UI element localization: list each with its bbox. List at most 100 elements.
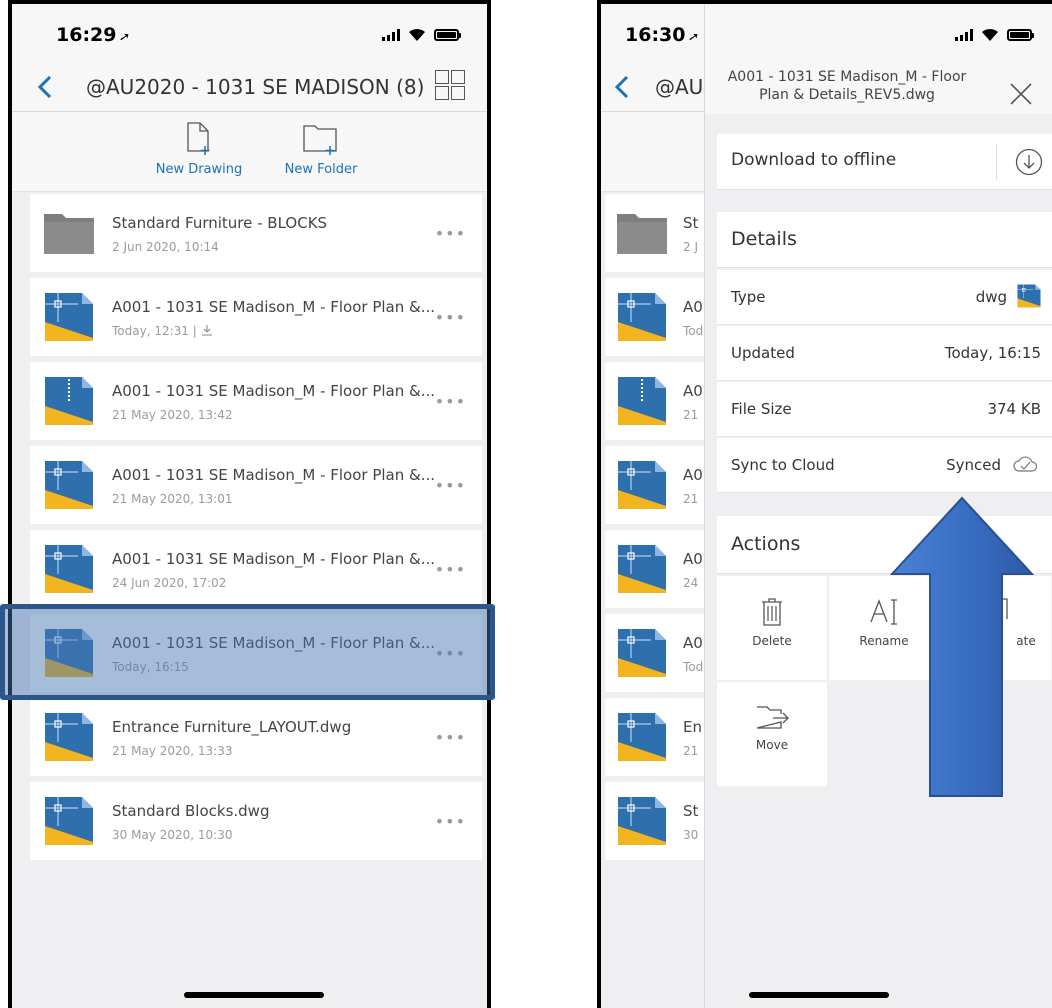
location-icon: ➚ [118, 29, 132, 46]
row-date: 30 May 2020, 10:30 [112, 828, 232, 842]
detail-value: Today, 16:15 [944, 344, 1041, 362]
grid-view-icon[interactable] [435, 70, 465, 100]
new-drawing-button[interactable]: New Drawing [144, 122, 254, 177]
download-offline-label: Download to offline [731, 150, 897, 170]
detail-row-updated: Updated Today, 16:15 [717, 326, 1052, 381]
dwg-file-icon [44, 712, 94, 762]
toolbar: New Drawing New Folder [12, 112, 487, 192]
row-name: St [683, 214, 699, 232]
row-date: Today, 12:31 | [112, 324, 213, 339]
row-name: Standard Furniture - BLOCKS [112, 214, 328, 232]
row-date: 21 May 2020, 13:01 [112, 492, 232, 506]
detail-label: Updated [731, 344, 795, 362]
actions-heading: Actions [731, 533, 801, 555]
move-icon [756, 706, 789, 729]
row-date-text: 21 May 2020, 13:42 [112, 408, 233, 422]
dwg-file-icon [617, 460, 667, 510]
location-icon: ➚ [687, 29, 701, 46]
detail-label: File Size [731, 400, 792, 418]
file-row[interactable]: A001 - 1031 SE Madison_M - Floor Plan &.… [30, 446, 482, 524]
more-options-icon[interactable]: ••• [435, 224, 466, 243]
move-action-button[interactable]: Move [717, 682, 827, 786]
detail-row-file-size: File Size 374 KB [717, 382, 1052, 437]
folder-icon [617, 208, 667, 258]
download-offline-button[interactable]: Download to offline [717, 134, 1052, 190]
row-name: A0 [683, 466, 703, 484]
row-date: 21 [683, 744, 699, 758]
close-icon[interactable] [1009, 82, 1033, 106]
file-row[interactable]: Standard Blocks.dwg 30 May 2020, 10:30 ••• [30, 782, 482, 860]
detail-label: Type [731, 288, 766, 306]
row-date: 24 [683, 576, 699, 590]
row-name: A001 - 1031 SE Madison_M - Floor Plan &.… [112, 466, 436, 484]
divider [996, 144, 997, 180]
row-name: A0 [683, 634, 703, 652]
more-options-icon[interactable]: ••• [435, 308, 466, 327]
trash-icon [762, 598, 782, 626]
sheet-file-title: A001 - 1031 SE Madison_M - Floor Plan & … [717, 68, 977, 104]
row-date: 21 May 2020, 13:33 [112, 744, 232, 758]
new-drawing-icon [187, 122, 210, 155]
row-date: 21 [683, 408, 699, 422]
battery-icon [1007, 29, 1034, 41]
file-row[interactable]: A001 - 1031 SE Madison_M - Floor Plan &.… [30, 530, 482, 608]
row-date: 21 [683, 492, 699, 506]
row-date: 21 May 2020, 13:42 [112, 408, 232, 422]
left-phone-screen: 16:29 ➚ @AU2020 - 1031 SE MADISON (8) New… [8, 0, 491, 1008]
back-chevron-icon[interactable] [34, 72, 56, 102]
status-time: 16:29 ➚ [56, 24, 132, 46]
new-folder-button[interactable]: New Folder [266, 122, 376, 177]
signal-icon [955, 29, 973, 41]
dwg-file-icon [44, 544, 94, 594]
detail-value: 374 KB [987, 400, 1041, 418]
delete-label: Delete [752, 634, 792, 648]
more-options-icon[interactable]: ••• [435, 392, 466, 411]
delete-action-button[interactable]: Delete [717, 576, 827, 680]
cloud-synced-icon [1013, 456, 1038, 476]
detail-label: Sync to Cloud [731, 456, 835, 474]
row-date: 30 [683, 828, 699, 842]
file-title-line-2: Plan & Details_REV5.dwg [759, 87, 935, 103]
status-time: 16:30 ➚ [625, 24, 701, 46]
row-date-text: 21 May 2020, 13:01 [112, 492, 233, 506]
home-indicator [184, 992, 324, 998]
new-drawing-label: New Drawing [155, 162, 243, 177]
row-name: A0 [683, 382, 703, 400]
move-label: Move [755, 738, 789, 752]
more-options-icon[interactable]: ••• [435, 812, 466, 831]
wifi-icon [982, 28, 998, 41]
dwg-zip-icon [617, 376, 667, 426]
more-options-icon[interactable]: ••• [435, 476, 466, 495]
selected-row-highlight [0, 604, 495, 700]
more-options-icon[interactable]: ••• [435, 728, 466, 747]
file-row[interactable]: A001 - 1031 SE Madison_M - Floor Plan &.… [30, 278, 482, 356]
file-row[interactable]: Entrance Furniture_LAYOUT.dwg 21 May 2020… [30, 698, 482, 776]
signal-icon [382, 29, 400, 41]
row-date-text: 30 May 2020, 10:30 [112, 828, 233, 842]
battery-icon [434, 29, 461, 41]
file-row[interactable]: A001 - 1031 SE Madison_M - Floor Plan &.… [30, 362, 482, 440]
navigation-bar: @AU2020 - 1031 SE MADISON (8) [12, 66, 487, 112]
detail-value: dwg [975, 288, 1007, 306]
row-date-text: 2 Jun 2020, 10:14 [112, 240, 219, 254]
row-date: Tod [683, 324, 704, 338]
dwg-file-icon [1017, 284, 1041, 312]
back-chevron-icon[interactable] [611, 72, 633, 102]
row-name: En [683, 718, 702, 736]
detail-value: Synced [946, 456, 1001, 474]
file-title-line-1: A001 - 1031 SE Madison_M - Floor [727, 69, 967, 85]
row-date-text: Today, 12:31 | [112, 324, 197, 338]
dwg-file-icon [617, 712, 667, 762]
dwg-file-icon [44, 796, 94, 846]
row-date: 2 J [683, 240, 698, 254]
row-name: A001 - 1031 SE Madison_M - Floor Plan &.… [112, 382, 436, 400]
row-date: Tod [683, 660, 704, 674]
download-icon [1015, 148, 1043, 176]
folder-title: @AU2020 - 1031 SE MADISON (8) [86, 75, 425, 99]
dwg-file-icon [617, 628, 667, 678]
row-name: Entrance Furniture_LAYOUT.dwg [112, 718, 352, 736]
details-header: Details [717, 212, 1052, 268]
sheet-header: A001 - 1031 SE Madison_M - Floor Plan & … [705, 4, 1052, 114]
folder-row[interactable]: Standard Furniture - BLOCKS 2 Jun 2020, 1… [30, 194, 482, 272]
more-options-icon[interactable]: ••• [435, 560, 466, 579]
